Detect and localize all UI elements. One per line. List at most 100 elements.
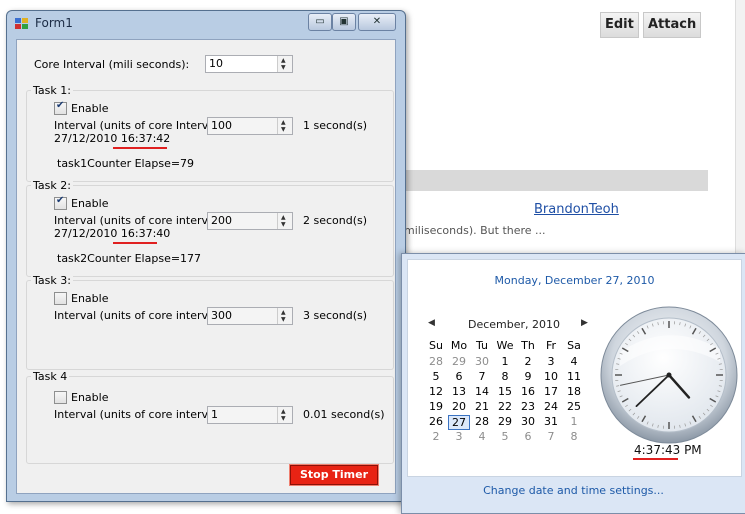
weekday-header: Sa — [567, 339, 581, 352]
task2-enable-label: Enable — [71, 197, 109, 210]
calendar-day[interactable]: 1 — [494, 355, 516, 368]
task2-interval-spinner[interactable]: ▲ ▼ — [277, 213, 292, 229]
task4-interval-label: Interval (units of core interval): — [54, 408, 226, 421]
calendar-day[interactable]: 8 — [494, 370, 516, 383]
section-bar — [397, 170, 708, 191]
calendar-day[interactable]: 4 — [471, 430, 493, 443]
task2-interval-input[interactable]: 200 ▲ ▼ — [207, 212, 293, 230]
calendar-day[interactable]: 17 — [540, 385, 562, 398]
task2-time-underline — [113, 242, 157, 244]
change-date-time-link[interactable]: Change date and time settings... — [402, 484, 745, 497]
task1-interval-spinner[interactable]: ▲ ▼ — [277, 118, 292, 134]
clock-flyout: Monday, December 27, 2010 ◀ December, 20… — [401, 253, 745, 514]
weekday-header: Th — [521, 339, 535, 352]
calendar-day[interactable]: 30 — [471, 355, 493, 368]
task1-interval-label: Interval (units of core Interval): — [54, 119, 226, 132]
calendar-day[interactable]: 28 — [471, 415, 493, 428]
calendar-day[interactable]: 26 — [425, 415, 447, 428]
calendar-day[interactable]: 23 — [517, 400, 539, 413]
calendar-day[interactable]: 5 — [425, 370, 447, 383]
calendar-day[interactable]: 7 — [471, 370, 493, 383]
task1-counter-text: task1Counter Elapse=79 — [57, 157, 195, 170]
maximize-icon: ▣ — [339, 16, 349, 27]
calendar-day[interactable]: 29 — [448, 355, 470, 368]
author-link[interactable]: BrandonTeoh — [534, 202, 619, 217]
minimize-icon: ▭ — [315, 16, 325, 27]
calendar-day[interactable]: 2 — [517, 355, 539, 368]
stop-timer-button[interactable]: Stop Timer — [289, 464, 379, 486]
calendar-day[interactable]: 6 — [517, 430, 539, 443]
calendar-day[interactable]: 4 — [563, 355, 585, 368]
calendar-day[interactable]: 28 — [425, 355, 447, 368]
close-button[interactable]: ✕ — [358, 13, 396, 31]
edit-button[interactable]: Edit — [600, 12, 639, 38]
calendar-day[interactable]: 21 — [471, 400, 493, 413]
calendar-day[interactable]: 29 — [494, 415, 516, 428]
calendar-day[interactable]: 3 — [540, 355, 562, 368]
task1-group: Task 1: Enable Interval (units of core I… — [26, 84, 394, 182]
calendar-day[interactable]: 11 — [563, 370, 585, 383]
flyout-footer: Change date and time settings... — [402, 476, 745, 512]
weekday-header: Su — [429, 339, 443, 352]
calendar-day[interactable]: 9 — [517, 370, 539, 383]
core-interval-input[interactable]: 10 ▲ ▼ — [205, 55, 293, 73]
calendar-day[interactable]: 6 — [448, 370, 470, 383]
calendar-day[interactable]: 25 — [563, 400, 585, 413]
task3-interval-spinner[interactable]: ▲ ▼ — [277, 308, 292, 324]
post-snippet: miliseconds). But there ... — [404, 224, 546, 237]
calendar-day[interactable]: 1 — [563, 415, 585, 428]
calendar-day[interactable]: 30 — [517, 415, 539, 428]
calendar-day-today[interactable]: 27 — [448, 415, 470, 430]
calendar-day[interactable]: 10 — [540, 370, 562, 383]
calendar-day[interactable]: 5 — [494, 430, 516, 443]
next-month-icon[interactable]: ▶ — [581, 318, 588, 328]
calendar-day[interactable]: 18 — [563, 385, 585, 398]
maximize-button[interactable]: ▣ — [332, 13, 356, 31]
month-label[interactable]: December, 2010 — [468, 318, 588, 331]
weekday-header: Fr — [545, 339, 557, 352]
page-scrollbar[interactable] — [735, 0, 745, 260]
task2-enable-checkbox[interactable] — [54, 195, 67, 210]
task2-group: Task 2: Enable Interval (units of core i… — [26, 179, 394, 277]
task4-interval-input[interactable]: 1 ▲ ▼ — [207, 406, 293, 424]
calendar-day[interactable]: 24 — [540, 400, 562, 413]
analog-clock-icon — [600, 306, 738, 444]
task1-seconds-text: 1 second(s) — [303, 119, 368, 132]
task1-timestamp: 27/12/2010 16:37:42 — [54, 132, 171, 145]
calendar-day[interactable]: 14 — [471, 385, 493, 398]
calendar-day[interactable]: 2 — [425, 430, 447, 443]
close-icon: ✕ — [372, 16, 382, 27]
task3-group: Task 3: Enable Interval (units of core i… — [26, 274, 394, 370]
calendar-day[interactable]: 12 — [425, 385, 447, 398]
calendar-day[interactable]: 7 — [540, 430, 562, 443]
task1-interval-input[interactable]: 100 ▲ ▼ — [207, 117, 293, 135]
minimize-button[interactable]: ▭ — [308, 13, 332, 31]
task3-interval-input[interactable]: 300 ▲ ▼ — [207, 307, 293, 325]
calendar-day[interactable]: 22 — [494, 400, 516, 413]
form1-titlebar[interactable]: Form1 ▭ ▣ ✕ — [7, 11, 405, 37]
form-client-area: Core Interval (mili seconds): 10 ▲ ▼ Task… — [16, 39, 396, 494]
task1-time-underline — [113, 147, 167, 149]
task4-interval-spinner[interactable]: ▲ ▼ — [277, 407, 292, 423]
calendar-day[interactable]: 3 — [448, 430, 470, 443]
calendar-day[interactable]: 31 — [540, 415, 562, 428]
time-underline — [633, 458, 678, 460]
task4-enable-label: Enable — [71, 391, 109, 404]
calendar-day[interactable]: 13 — [448, 385, 470, 398]
core-interval-spinner[interactable]: ▲ ▼ — [277, 56, 292, 72]
task2-seconds-text: 2 second(s) — [303, 214, 368, 227]
task3-enable-checkbox[interactable] — [54, 292, 67, 305]
task1-enable-checkbox[interactable] — [54, 100, 67, 115]
prev-month-icon[interactable]: ◀ — [428, 318, 435, 328]
task4-group: Task 4 Enable Interval (units of core in… — [26, 370, 394, 464]
calendar-day[interactable]: 19 — [425, 400, 447, 413]
task4-enable-checkbox[interactable] — [54, 391, 67, 404]
calendar-day[interactable]: 15 — [494, 385, 516, 398]
calendar-day[interactable]: 8 — [563, 430, 585, 443]
task3-interval-label: Interval (units of core interval): — [54, 309, 226, 322]
calendar-day[interactable]: 20 — [448, 400, 470, 413]
calendar-day[interactable]: 16 — [517, 385, 539, 398]
attach-button[interactable]: Attach — [643, 12, 702, 38]
weekday-header: We — [496, 339, 514, 352]
long-date-link[interactable]: Monday, December 27, 2010 — [408, 274, 741, 287]
